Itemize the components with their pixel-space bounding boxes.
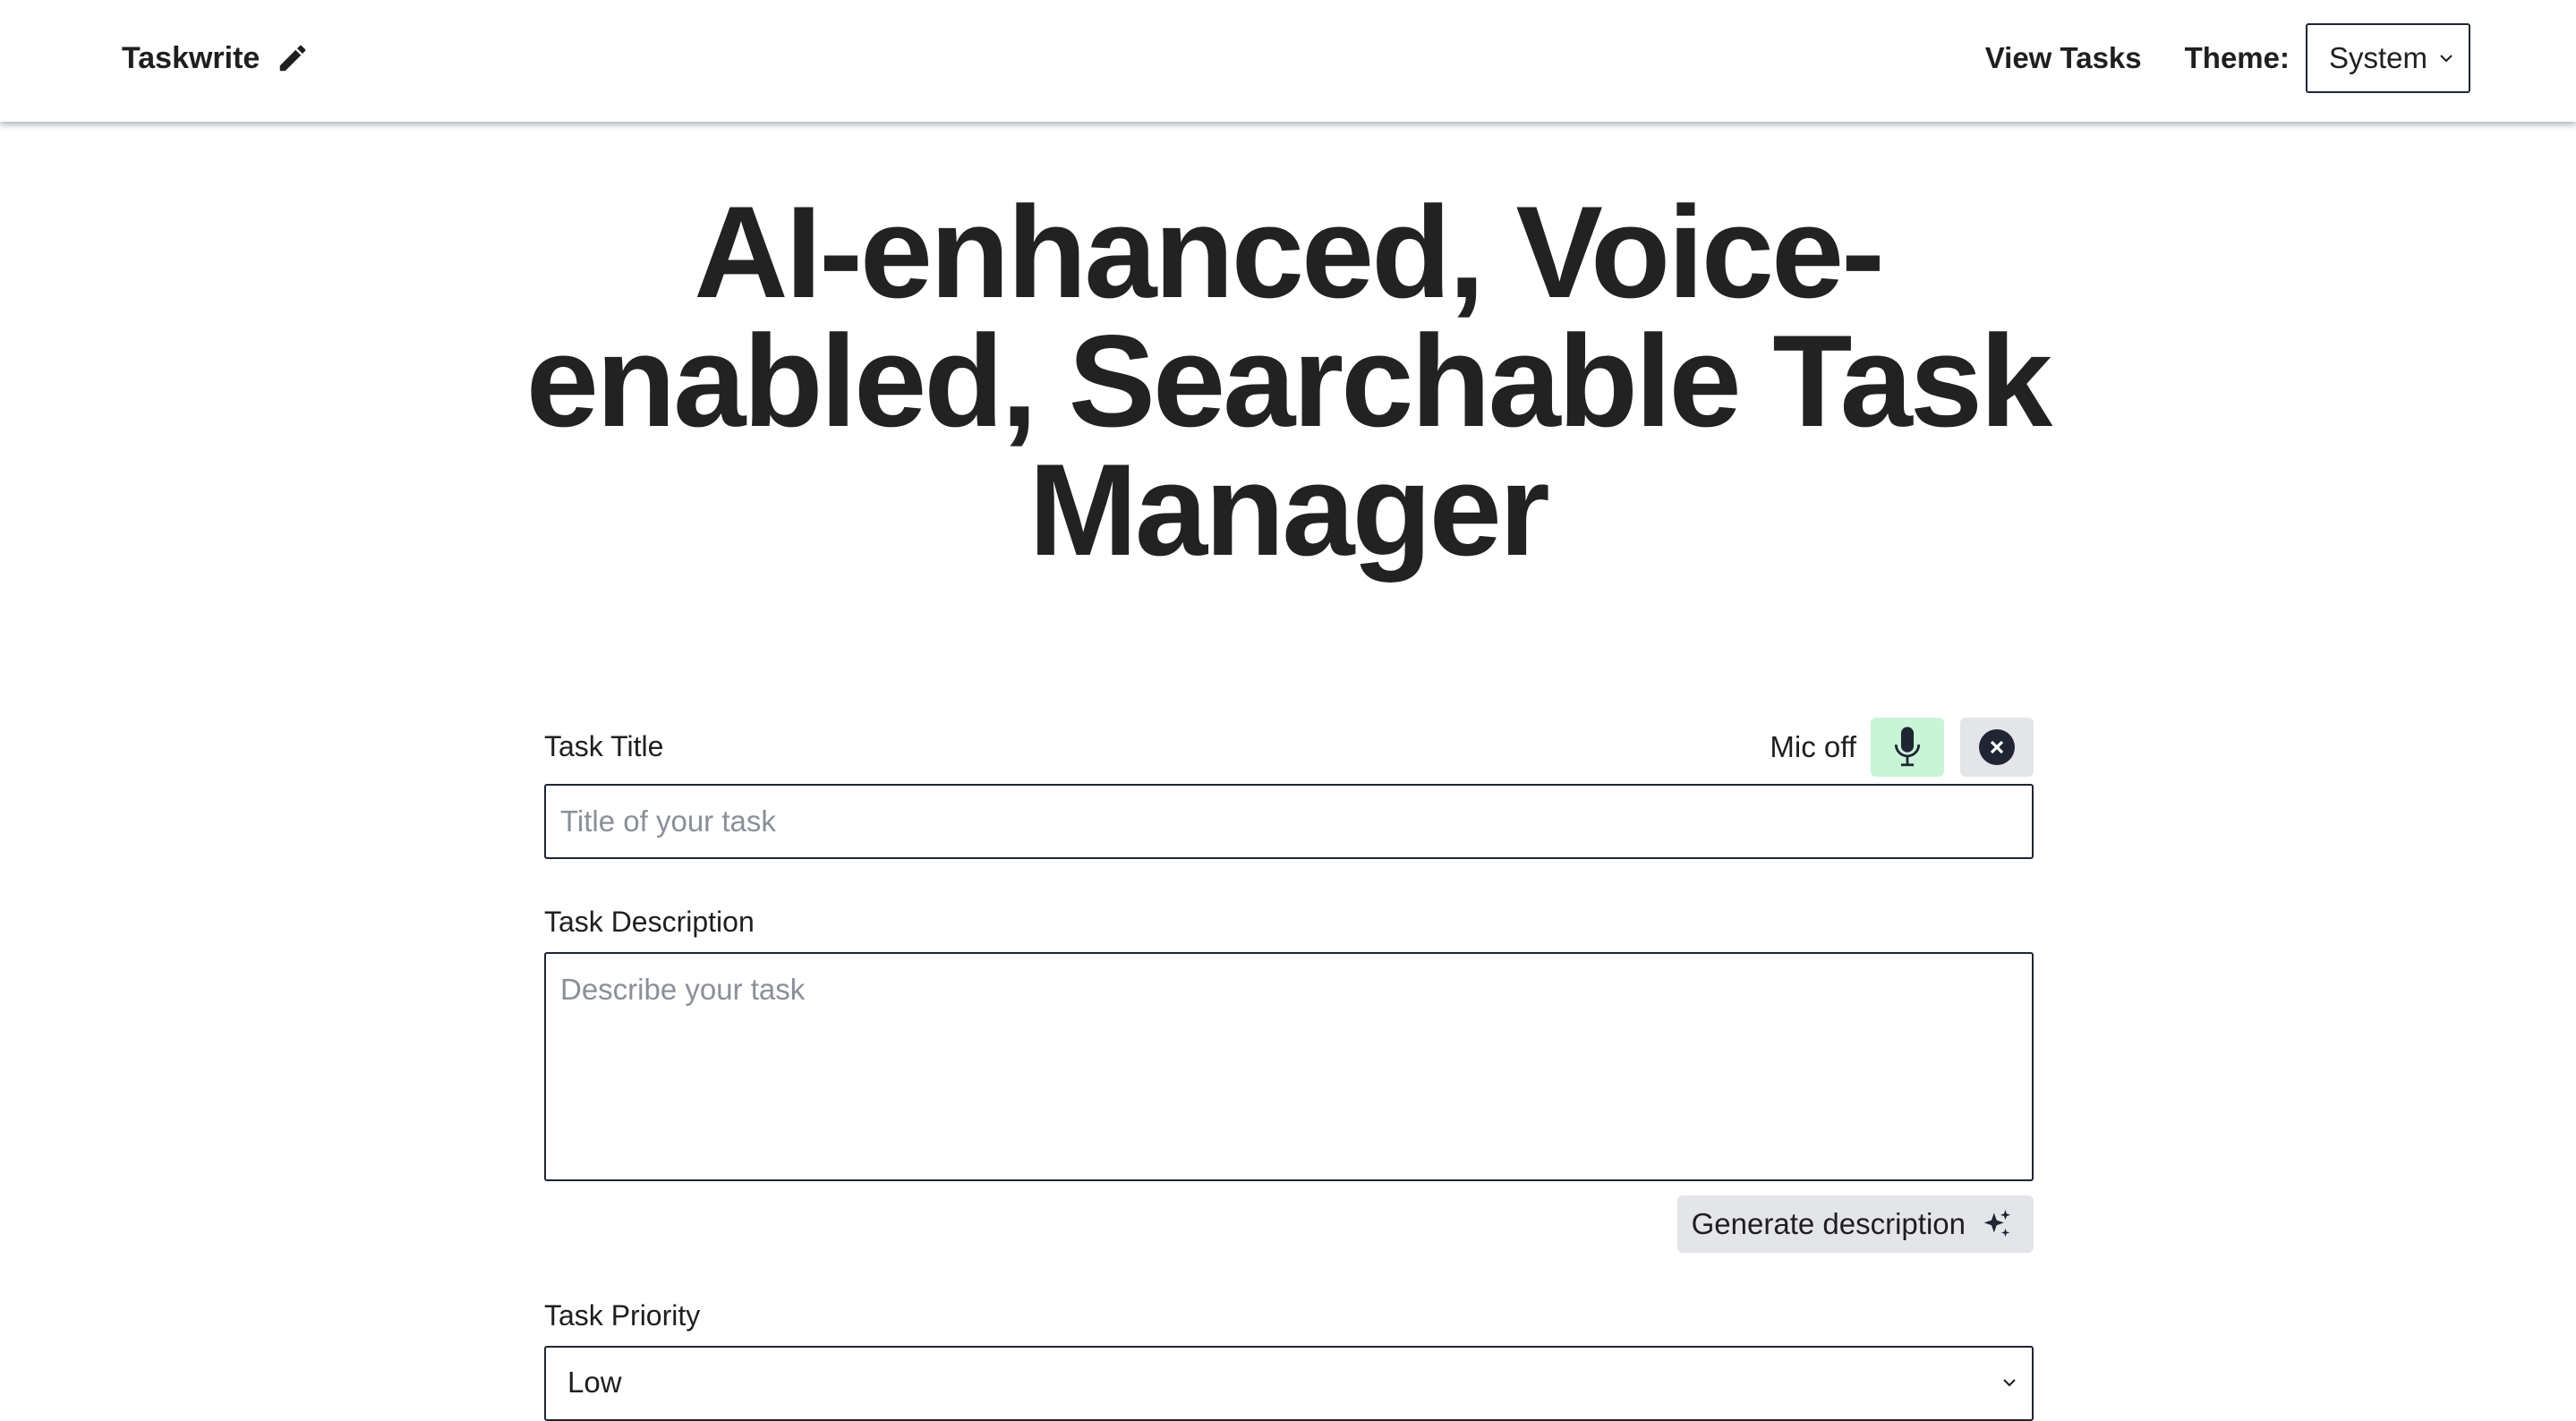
navbar: Taskwrite View Tasks Theme: System <box>0 0 2576 122</box>
mic-controls: Mic off <box>1770 718 2034 777</box>
clear-button[interactable] <box>1960 718 2034 777</box>
task-title-label: Task Title <box>544 730 664 762</box>
mic-status: Mic off <box>1770 730 1856 763</box>
sparkle-icon <box>1983 1210 2011 1238</box>
task-priority-label: Task Priority <box>544 1299 701 1332</box>
task-title-input[interactable]: Title of your task <box>544 784 2034 859</box>
generate-description-label: Generate description <box>1691 1207 1966 1240</box>
pencil-icon <box>280 45 306 72</box>
theme-label: Theme: <box>2184 41 2290 74</box>
title-row: Task Title Mic off <box>544 716 2034 779</box>
chevron-down-icon <box>2003 1379 2016 1387</box>
view-tasks-link[interactable]: View Tasks <box>1985 41 2142 75</box>
brand-name: Taskwrite <box>122 40 260 75</box>
theme-select[interactable]: System <box>2306 23 2470 93</box>
theme-select-value: System <box>2329 41 2428 74</box>
nav-right: View Tasks Theme: System <box>1985 23 2470 93</box>
task-priority-value: Low <box>567 1366 622 1399</box>
task-description-input[interactable]: Describe your task <box>544 952 2034 1181</box>
generate-description-button[interactable]: Generate description <box>1676 1196 2034 1253</box>
microphone-icon <box>1894 727 1921 767</box>
chevron-down-icon <box>2440 55 2452 63</box>
mic-button[interactable] <box>1871 718 1944 777</box>
task-priority-select[interactable]: Low <box>544 1346 2034 1421</box>
task-form: Task Title Mic off Title of your task Ta… <box>544 716 2034 1421</box>
close-circle-icon <box>1979 729 2015 765</box>
task-description-label: Task Description <box>544 906 755 938</box>
brand-link[interactable]: Taskwrite <box>122 36 310 81</box>
page-title: AI-enhanced, Voice-enabled, Searchable T… <box>525 179 2052 583</box>
